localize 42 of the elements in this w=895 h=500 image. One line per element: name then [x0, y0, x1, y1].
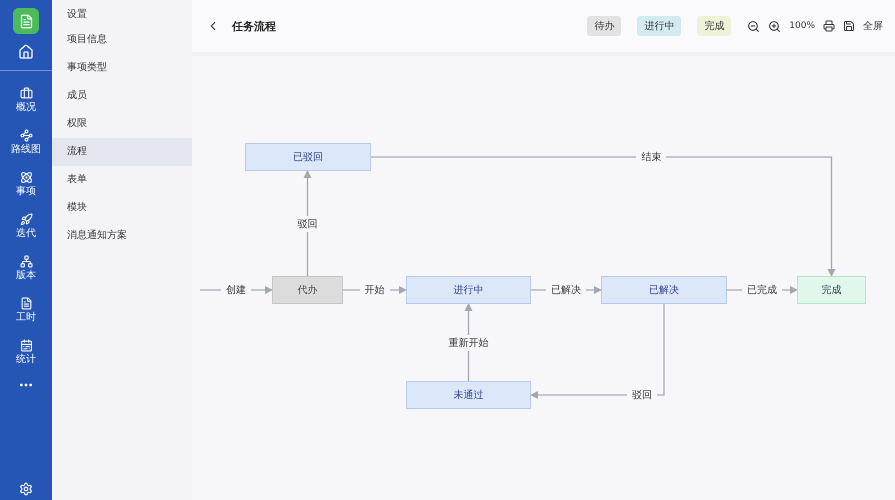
calendar-icon	[20, 338, 32, 352]
legend-tag: 待办	[587, 16, 622, 36]
rail-item[interactable]: 概况	[0, 79, 52, 121]
app-logo-icon	[13, 8, 39, 34]
sidebar-item[interactable]: 模块	[52, 194, 192, 222]
legend-tag: 完成	[697, 16, 732, 36]
home-icon[interactable]	[18, 44, 34, 60]
sidebar-item[interactable]: 成员	[52, 82, 192, 110]
sidebar-item[interactable]: 项目信息	[52, 26, 192, 54]
document-icon	[20, 296, 32, 310]
printer-icon[interactable]	[823, 20, 835, 32]
zoom-in-icon[interactable]	[768, 20, 782, 32]
sidebar-item[interactable]: 消息通知方案	[52, 222, 192, 250]
rail-item[interactable]: 工时	[0, 289, 52, 331]
status-node[interactable]: 已驳回	[245, 143, 371, 171]
save-icon[interactable]	[843, 20, 855, 32]
zoom-out-icon[interactable]	[747, 20, 760, 32]
status-node[interactable]: 未通过	[406, 381, 531, 409]
sidebar-item[interactable]: 表单	[52, 166, 192, 194]
rail-item[interactable]: 版本	[0, 247, 52, 289]
status-node[interactable]: 已解决	[601, 276, 727, 304]
zoom-level: 100%	[789, 21, 815, 31]
rocket-icon	[20, 212, 32, 226]
network-icon	[20, 254, 32, 268]
atom-icon	[20, 170, 32, 184]
sidebar-title: 设置	[66, 8, 88, 22]
rail-item[interactable]: 迭代	[0, 205, 52, 247]
status-node[interactable]: 完成	[797, 276, 866, 304]
status-node[interactable]: 代办	[272, 276, 343, 304]
legend-tag: 进行中	[637, 16, 682, 36]
settings-icon[interactable]	[19, 482, 33, 496]
sidebar-item[interactable]: 权限	[52, 110, 192, 138]
status-node[interactable]: 进行中	[406, 276, 531, 304]
briefcase-icon	[20, 86, 32, 100]
route-icon	[20, 128, 32, 142]
rail-item[interactable]: 路线图	[0, 121, 52, 163]
sidebar-item[interactable]: 流程	[52, 138, 192, 166]
page-title: 任务流程	[232, 18, 276, 34]
rail-item[interactable]: 事项	[0, 163, 52, 205]
fullscreen-button[interactable]: 全屏	[863, 19, 883, 33]
rail-item[interactable]: 统计	[0, 331, 52, 373]
sidebar-item[interactable]: 事项类型	[52, 54, 192, 82]
